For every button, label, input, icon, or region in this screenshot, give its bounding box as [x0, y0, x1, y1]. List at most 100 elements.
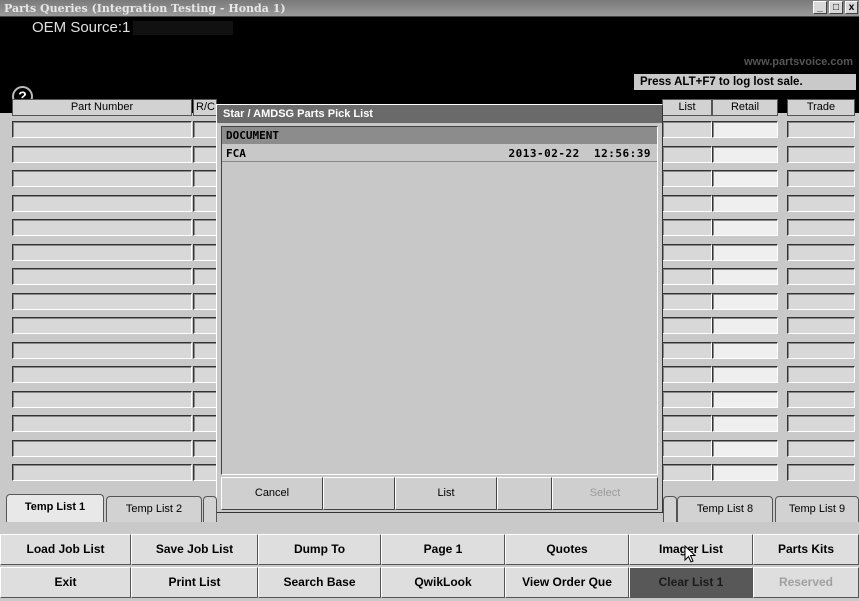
grid-cell[interactable] [712, 366, 778, 383]
grid-cell[interactable] [787, 219, 855, 236]
grid-cell[interactable] [12, 145, 192, 163]
qwiklook-button[interactable]: QwikLook [381, 567, 505, 598]
grid-cell[interactable] [193, 317, 217, 334]
grid-cell[interactable] [193, 390, 217, 408]
maximize-button[interactable]: □ [829, 1, 843, 14]
grid-cell[interactable] [787, 341, 855, 359]
close-button[interactable]: x [845, 1, 858, 14]
grid-cell[interactable] [662, 317, 712, 334]
cancel-button[interactable]: Cancel [221, 477, 323, 510]
website-link[interactable]: www.partsvoice.com [744, 56, 853, 68]
grid-cell[interactable] [12, 292, 192, 310]
grid-cell[interactable] [662, 121, 712, 138]
grid-cell[interactable] [193, 170, 217, 187]
grid-cell[interactable] [712, 292, 778, 310]
grid-cell[interactable] [662, 439, 712, 457]
grid-cell[interactable] [12, 219, 192, 236]
grid-cell[interactable] [662, 268, 712, 285]
grid-cell[interactable] [12, 243, 192, 261]
grid-cell[interactable] [712, 464, 778, 481]
grid-cell[interactable] [12, 194, 192, 212]
grid-cell[interactable] [662, 415, 712, 432]
grid-cell[interactable] [787, 292, 855, 310]
dump-to-button[interactable]: Dump To [258, 534, 381, 565]
tab-temp-list-9[interactable]: Temp List 9 [775, 496, 859, 522]
grid-cell[interactable] [662, 390, 712, 408]
save-job-list-button[interactable]: Save Job List [131, 534, 258, 565]
tab-temp-list-2[interactable]: Temp List 2 [106, 496, 202, 522]
grid-cell[interactable] [712, 170, 778, 187]
grid-cell[interactable] [662, 292, 712, 310]
print-list-button[interactable]: Print List [131, 567, 258, 598]
list-item[interactable]: FCA 2013-02-22 12:56:39 [222, 145, 657, 162]
grid-cell[interactable] [712, 219, 778, 236]
grid-cell[interactable] [662, 170, 712, 187]
exit-button[interactable]: Exit [0, 567, 131, 598]
grid-cell[interactable] [787, 464, 855, 481]
grid-cell[interactable] [193, 194, 217, 212]
grid-cell[interactable] [787, 145, 855, 163]
grid-cell[interactable] [712, 145, 778, 163]
grid-cell[interactable] [12, 341, 192, 359]
view-order-que-button[interactable]: View Order Que [505, 567, 629, 598]
grid-cell[interactable] [193, 292, 217, 310]
list-button[interactable]: List [395, 477, 497, 510]
grid-cell[interactable] [12, 170, 192, 187]
document-column-header[interactable]: DOCUMENT [222, 127, 657, 144]
grid-cell[interactable] [787, 243, 855, 261]
grid-cell[interactable] [193, 341, 217, 359]
grid-cell[interactable] [12, 268, 192, 285]
grid-cell[interactable] [787, 170, 855, 187]
load-job-list-button[interactable]: Load Job List [0, 534, 131, 565]
grid-cell[interactable] [712, 243, 778, 261]
grid-cell[interactable] [787, 194, 855, 212]
grid-cell[interactable] [193, 464, 217, 481]
grid-cell[interactable] [712, 268, 778, 285]
grid-cell[interactable] [12, 390, 192, 408]
minimize-button[interactable]: _ [813, 1, 827, 14]
grid-cell[interactable] [662, 194, 712, 212]
grid-cell[interactable] [12, 439, 192, 457]
grid-cell[interactable] [662, 341, 712, 359]
grid-cell[interactable] [193, 366, 217, 383]
grid-cell[interactable] [712, 341, 778, 359]
clear-list-1-button[interactable]: Clear List 1 [629, 567, 753, 598]
grid-cell[interactable] [662, 464, 712, 481]
grid-cell[interactable] [12, 464, 192, 481]
grid-cell[interactable] [193, 439, 217, 457]
grid-cell[interactable] [712, 415, 778, 432]
select-button[interactable]: Select [552, 477, 658, 510]
grid-cell[interactable] [787, 366, 855, 383]
parts-kits-button[interactable]: Parts Kits [753, 534, 859, 565]
grid-cell[interactable] [787, 415, 855, 432]
grid-cell[interactable] [787, 121, 855, 138]
page-1-button[interactable]: Page 1 [381, 534, 505, 565]
grid-cell[interactable] [12, 415, 192, 432]
grid-cell[interactable] [787, 390, 855, 408]
grid-cell[interactable] [712, 121, 778, 138]
grid-cell[interactable] [193, 121, 217, 138]
grid-cell[interactable] [662, 145, 712, 163]
tab-temp-list-1[interactable]: Temp List 1 [6, 494, 104, 522]
grid-cell[interactable] [193, 243, 217, 261]
grid-cell[interactable] [12, 121, 192, 138]
grid-cell[interactable] [662, 219, 712, 236]
grid-cell[interactable] [193, 268, 217, 285]
grid-cell[interactable] [712, 317, 778, 334]
quotes-button[interactable]: Quotes [505, 534, 629, 565]
grid-cell[interactable] [787, 317, 855, 334]
search-base-button[interactable]: Search Base [258, 567, 381, 598]
grid-cell[interactable] [662, 366, 712, 383]
grid-cell[interactable] [12, 317, 192, 334]
tab-temp-list-3[interactable] [203, 496, 217, 522]
grid-cell[interactable] [712, 390, 778, 408]
grid-cell[interactable] [712, 194, 778, 212]
grid-cell[interactable] [193, 145, 217, 163]
grid-cell[interactable] [787, 439, 855, 457]
tab-temp-list-8[interactable]: Temp List 8 [677, 496, 773, 522]
grid-cell[interactable] [712, 439, 778, 457]
grid-cell[interactable] [662, 243, 712, 261]
grid-cell[interactable] [193, 219, 217, 236]
grid-cell[interactable] [12, 366, 192, 383]
tab-temp-list-7[interactable] [663, 496, 677, 522]
